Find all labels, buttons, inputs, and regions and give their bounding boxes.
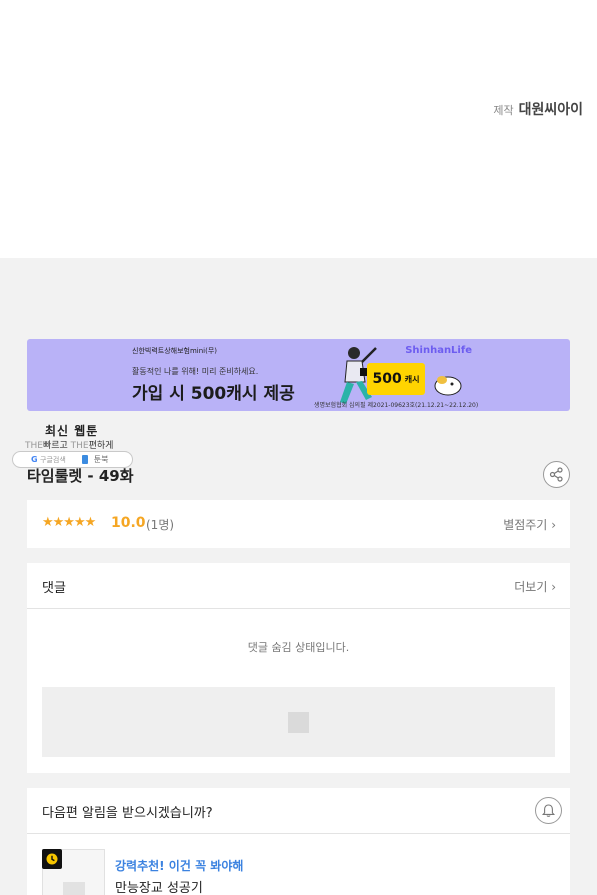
promo-title: 최신 웹툰	[45, 424, 99, 438]
rating-card: ★★★★★ 10.0 (1명) 별점주기 ›	[27, 500, 570, 548]
share-button[interactable]	[543, 461, 570, 488]
ad-fine-print: 생명보험협회 심의필 제2021-09623호(21.12.21~22.12.2…	[314, 402, 479, 409]
rating-stars: ★★★★★	[42, 515, 96, 530]
recommend-tag: 강력추천! 이건 꼭 봐야해	[115, 859, 244, 873]
comments-hidden-message: 댓글 숨김 상태입니다.	[247, 641, 350, 654]
google-icon: G	[31, 455, 38, 464]
clock-icon	[42, 849, 62, 869]
promo-tagline: THE빠르고 THE편하게	[25, 438, 113, 451]
episode-title: 타임룰렛 - 49화	[27, 467, 134, 485]
ad-line2: 활동적인 나를 위해! 미리 준비하세요.	[132, 367, 259, 376]
ad-cash-unit: 캐시	[404, 374, 420, 384]
promo-search-label: 구글검색	[40, 455, 66, 464]
bell-icon	[541, 804, 556, 817]
notify-question: 다음편 알림을 받으시겠습니까?	[42, 806, 213, 821]
credit-label: 제작	[493, 104, 514, 117]
ad-headline: 가입 시 500캐시 제공	[132, 384, 295, 404]
ad-line1: 신한빅력트상해보험mini(무)	[132, 347, 218, 355]
credit-value: 대원씨아이	[518, 102, 583, 118]
app-icon	[81, 455, 88, 464]
give-rating-label: 별점주기	[503, 518, 548, 532]
promo-the-1: THE	[25, 441, 43, 451]
comments-more-label: 더보기	[514, 580, 548, 594]
notify-bell-button[interactable]	[535, 797, 562, 824]
rating-count: (1명)	[146, 518, 175, 532]
placeholder-image-icon	[288, 712, 309, 733]
promo-the-2: THE	[70, 441, 89, 451]
recommend-title[interactable]: 만능장교 성공기	[115, 877, 203, 895]
promo-fast: 빠르고	[42, 441, 68, 451]
comments-more-button[interactable]: 더보기 ›	[514, 578, 556, 595]
share-icon	[549, 467, 563, 482]
ad-cash-badge: 500 캐시	[367, 363, 425, 395]
notify-header: 다음편 알림을 받으시겠습니까?	[27, 788, 570, 834]
chevron-right-icon: ›	[551, 518, 556, 532]
give-rating-button[interactable]: 별점주기 ›	[503, 516, 556, 533]
comments-title: 댓글	[42, 581, 66, 596]
ad-brand: ShinhanLife	[405, 345, 472, 356]
promo-badge[interactable]: 최신 웹툰 THE빠르고 THE편하게 G 구글검색 툰북	[12, 422, 134, 469]
ad-dog-illustration	[434, 376, 462, 396]
promo-easy: 편하게	[88, 441, 114, 451]
ad-cash-value: 500	[372, 371, 402, 387]
placeholder-image-icon	[63, 882, 85, 895]
notify-card: 다음편 알림을 받으시겠습니까? 강력추천! 이건 꼭 봐야해 만능장교 성공기	[27, 788, 570, 895]
promo-app-label: 툰북	[93, 455, 109, 464]
comment-ad-placeholder	[42, 687, 555, 757]
top-area: 제작 대원씨아이	[0, 0, 597, 258]
rating-score: 10.0	[111, 515, 146, 531]
chevron-right-icon: ›	[551, 580, 556, 594]
comments-card: 댓글 더보기 › 댓글 숨김 상태입니다.	[27, 563, 570, 773]
comments-header: 댓글 더보기 ›	[27, 563, 570, 609]
production-credit: 제작 대원씨아이	[493, 99, 583, 119]
ad-banner[interactable]: 신한빅력트상해보험mini(무) 활동적인 나를 위해! 미리 준비하세요. 가…	[27, 339, 570, 411]
